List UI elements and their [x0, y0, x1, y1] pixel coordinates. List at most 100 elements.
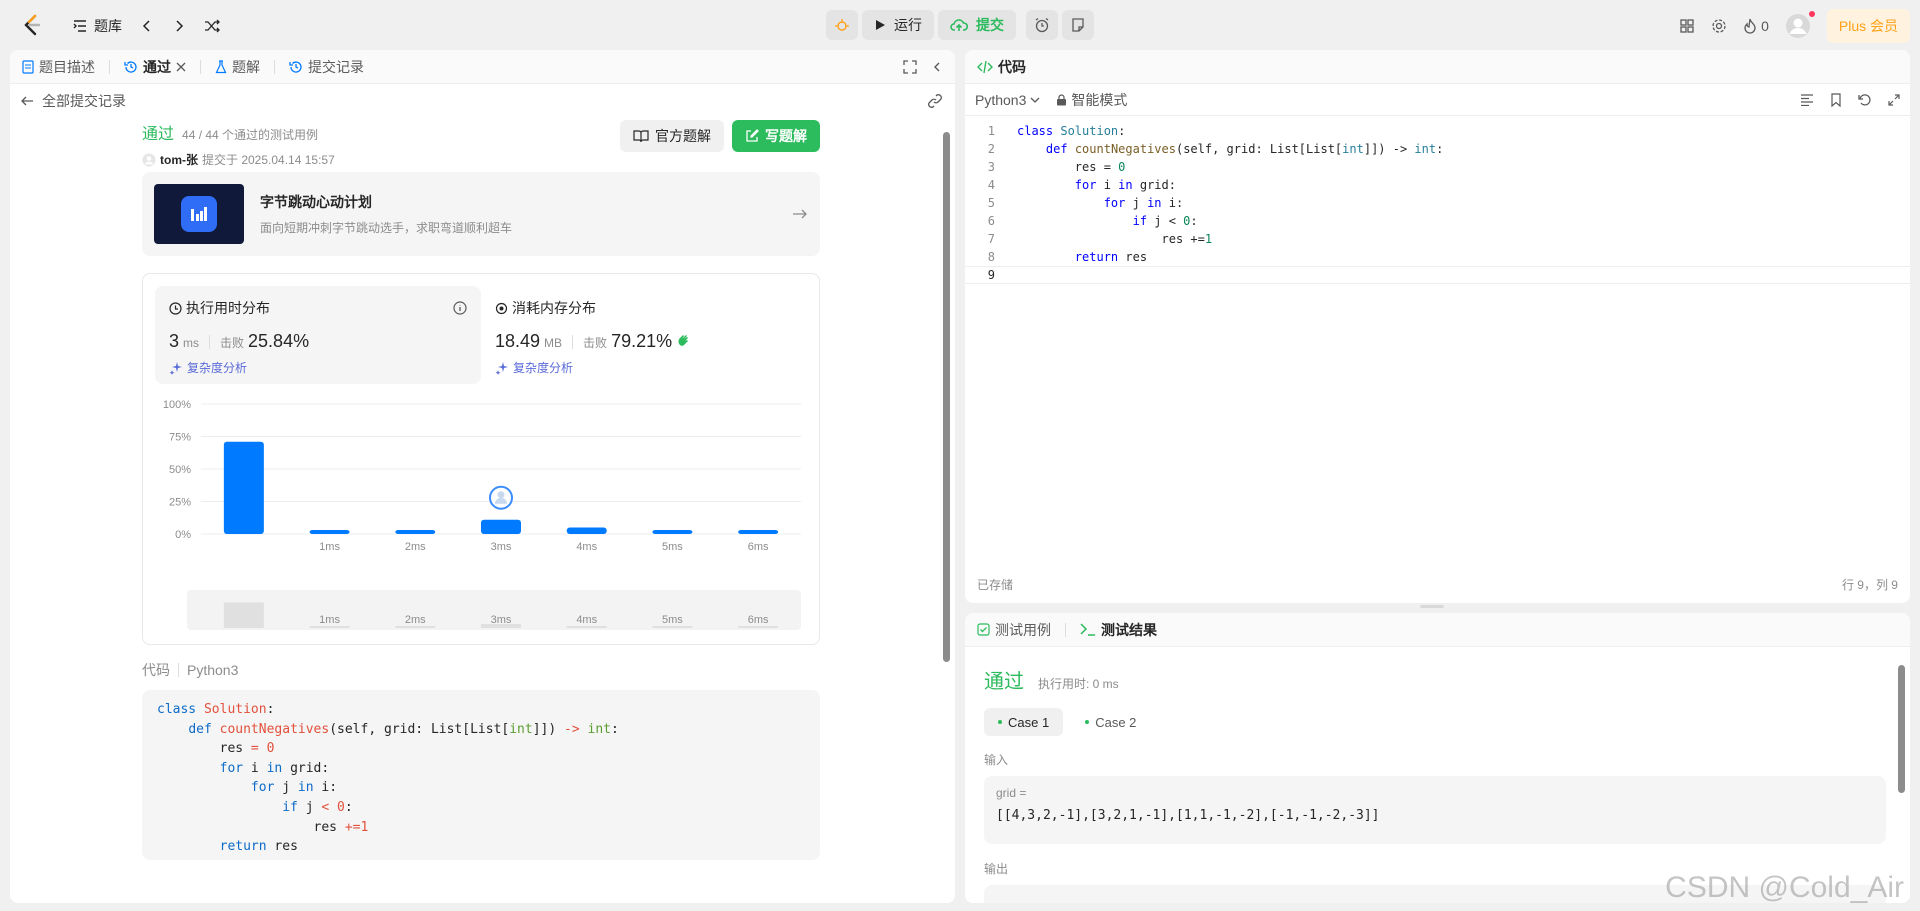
collapse-icon[interactable] [931, 61, 943, 73]
test-result-panel: 测试用例 测试结果 通过 执行用时: 0 ms Case 1 Case 2 输入 [965, 613, 1910, 903]
cloud-upload-icon [950, 17, 968, 33]
editor-line[interactable]: 4 for i in grid: [965, 176, 1910, 194]
next-problem-button[interactable] [166, 12, 192, 40]
tab-testcase[interactable]: 测试用例 [977, 620, 1051, 640]
problem-bank-button[interactable]: 题库 [66, 12, 128, 40]
scrollbar-thumb[interactable] [1898, 665, 1905, 793]
debug-button[interactable] [826, 10, 858, 40]
username[interactable]: tom-张 [160, 151, 198, 168]
checkbox-icon [977, 623, 990, 636]
back-to-submissions[interactable]: 全部提交记录 [20, 90, 943, 112]
tab-test-result[interactable]: 测试结果 [1080, 620, 1157, 640]
flask-icon [215, 59, 227, 74]
leetcode-logo-icon[interactable] [20, 13, 44, 37]
tab-label: 题解 [232, 58, 260, 75]
editor-line[interactable]: 3 res = 0 [965, 158, 1910, 176]
chevron-left-icon [140, 19, 154, 33]
shuffle-icon [204, 18, 220, 34]
tab-label: 测试结果 [1101, 621, 1157, 638]
tab-code[interactable]: 代码 [977, 57, 1026, 77]
status-text: 通过 [142, 126, 175, 143]
reset-icon[interactable] [1858, 93, 1872, 107]
memory-stat[interactable]: 消耗内存分布 18.49 MB 击败 79.21% 复杂度分析 [481, 286, 801, 384]
random-problem-button[interactable] [198, 12, 226, 40]
format-icon[interactable] [1800, 93, 1814, 106]
case-2-tab[interactable]: Case 2 [1071, 708, 1150, 736]
sparkle-icon [495, 361, 509, 375]
arrow-left-icon [20, 94, 34, 108]
line-number: 8 [987, 250, 995, 264]
tab-label: 题目描述 [39, 58, 95, 75]
official-solution-label: 官方题解 [655, 128, 711, 144]
slider-tick-label: 5ms [662, 614, 683, 626]
x-tick-label: 5ms [662, 541, 683, 553]
run-button[interactable]: 运行 [862, 10, 934, 40]
left-scrollbar[interactable] [943, 118, 951, 898]
input-box[interactable]: grid = [[4,3,2,-1],[3,2,1,-1],[1,1,-1,-2… [984, 776, 1886, 844]
settings-icon[interactable] [1711, 18, 1727, 34]
plus-membership-button[interactable]: Plus 会员 [1826, 9, 1910, 43]
official-solution-button[interactable]: 官方题解 [620, 120, 724, 152]
runtime-analysis-link[interactable]: 复杂度分析 [169, 359, 467, 376]
runtime-title: 执行用时分布 [186, 300, 270, 316]
editor-line[interactable]: 2 def countNegatives(self, grid: List[Li… [965, 140, 1910, 158]
panel-resize-handle[interactable] [1420, 605, 1444, 608]
slider-tick-label: 3ms [491, 614, 512, 626]
result-scrollbar[interactable] [1898, 663, 1906, 893]
memory-unit: MB [544, 336, 563, 350]
mode-label: 智能模式 [1071, 91, 1128, 108]
line-number: 7 [987, 232, 995, 246]
mini-bar [652, 626, 693, 628]
prev-problem-button[interactable] [134, 12, 160, 40]
editor-tab-bar: 代码 [965, 50, 1910, 84]
scrollbar-thumb[interactable] [943, 132, 950, 662]
case-1-tab[interactable]: Case 1 [984, 708, 1064, 736]
editor-line[interactable]: 9 [965, 266, 1910, 284]
code-label: 代码 [142, 662, 170, 678]
divider [572, 334, 574, 349]
submitted-code-block[interactable]: class Solution: def countNegatives(self,… [142, 690, 820, 860]
editor-line[interactable]: 7 res +=1 [965, 230, 1910, 248]
analysis-label: 复杂度分析 [187, 361, 248, 375]
close-icon[interactable] [176, 62, 186, 72]
tab-accepted[interactable]: 通过 [124, 57, 186, 77]
line-number: 3 [987, 160, 995, 174]
input-variable: grid = [996, 786, 1027, 800]
memory-analysis-link[interactable]: 复杂度分析 [495, 359, 787, 376]
performance-card: 执行用时分布 3 ms 击败 25.84% 复杂度分析 消耗内存分布 18.49… [142, 273, 820, 645]
history-icon [289, 60, 303, 74]
runtime-stat[interactable]: 执行用时分布 3 ms 击败 25.84% 复杂度分析 [155, 286, 481, 384]
editor-line[interactable]: 6 if j < 0: [965, 212, 1910, 230]
layout-icon[interactable] [1679, 18, 1695, 34]
editor-line[interactable]: 8 return res [965, 248, 1910, 266]
bookmark-icon[interactable] [1830, 92, 1842, 107]
notes-button[interactable] [1062, 10, 1094, 40]
promo-banner[interactable]: 字节跳动心动计划 面向短期冲刺字节跳动选手，求职弯道顺利超车 [142, 172, 820, 256]
result-time: 执行用时: 0 ms [1038, 677, 1119, 691]
mini-bar [738, 626, 779, 628]
line-number: 9 [987, 268, 995, 282]
fullscreen-icon[interactable] [1888, 93, 1900, 106]
streak-counter[interactable]: 0 [1743, 18, 1769, 34]
timer-button[interactable] [1026, 10, 1058, 40]
tab-solutions[interactable]: 题解 [215, 57, 260, 77]
smart-mode-toggle[interactable]: 智能模式 [1056, 90, 1127, 110]
tab-description[interactable]: 题目描述 [22, 57, 95, 77]
write-solution-button[interactable]: 写题解 [732, 120, 820, 152]
result-content: 通过 执行用时: 0 ms Case 1 Case 2 输入 grid = [[… [984, 665, 1886, 903]
link-icon[interactable] [927, 93, 943, 109]
maximize-icon[interactable] [903, 59, 917, 74]
code-editor[interactable]: 1 class Solution: 2 def countNegatives(sel… [965, 122, 1910, 284]
info-icon[interactable] [453, 301, 467, 315]
x-tick-label: 1ms [319, 541, 340, 553]
tab-submissions[interactable]: 提交记录 [289, 57, 364, 77]
editor-line[interactable]: 5 for j in i: [965, 194, 1910, 212]
submit-button[interactable]: 提交 [938, 10, 1016, 40]
editor-line[interactable]: 1 class Solution: [965, 122, 1910, 140]
language-select[interactable]: Python3 [975, 92, 1040, 108]
beats-label: 击败 [583, 336, 608, 350]
saved-status: 已存储 [977, 578, 1014, 592]
slider-tick-label: 1ms [319, 614, 340, 626]
chart-bar [652, 530, 693, 534]
avatar[interactable] [1785, 11, 1815, 39]
